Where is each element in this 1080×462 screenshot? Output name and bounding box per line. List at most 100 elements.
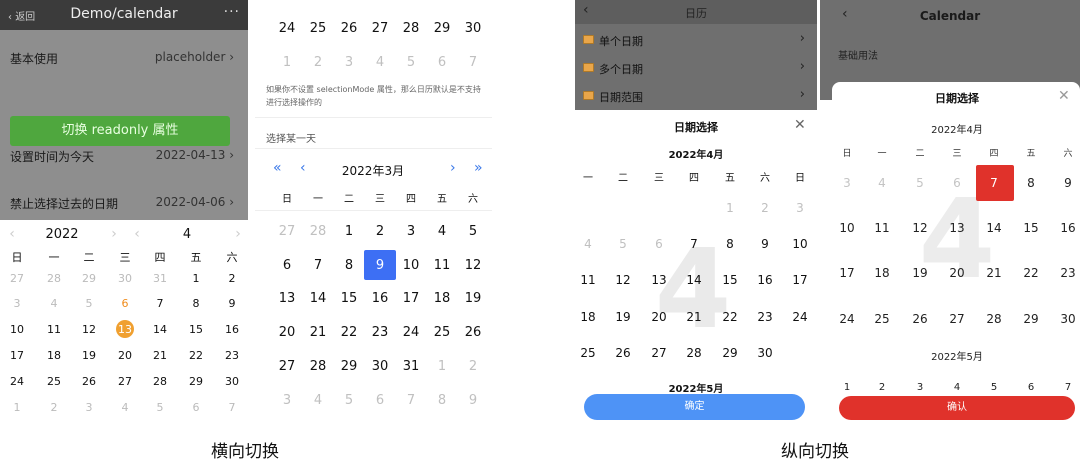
day-cell[interactable]: 2 <box>879 382 885 393</box>
day-cell[interactable]: 19 <box>82 349 96 362</box>
day-cell[interactable]: 12 <box>82 323 96 336</box>
confirm-button[interactable]: 确认 <box>839 396 1075 420</box>
day-cell[interactable]: 27 <box>372 21 389 36</box>
day-cell[interactable]: 15 <box>189 323 203 336</box>
day-cell[interactable]: 5 <box>916 176 924 190</box>
day-cell[interactable]: 31 <box>153 272 167 285</box>
day-cell[interactable]: 6 <box>953 176 961 190</box>
day-cell[interactable]: 2 <box>376 224 384 239</box>
day-cell[interactable]: 12 <box>912 221 927 235</box>
day-cell[interactable]: 9 <box>229 297 236 310</box>
close-icon[interactable]: ✕ <box>1058 88 1070 104</box>
day-cell[interactable]: 27 <box>118 375 132 388</box>
day-cell[interactable]: 6 <box>438 55 446 70</box>
day-cell[interactable]: 1 <box>14 401 21 414</box>
day-cell[interactable]: 7 <box>469 55 477 70</box>
close-icon[interactable]: ✕ <box>794 117 806 133</box>
day-cell[interactable]: 25 <box>310 21 327 36</box>
day-cell[interactable]: 11 <box>874 221 889 235</box>
day-cell[interactable]: 19 <box>912 266 927 280</box>
menu-item-range[interactable]: 日期范围 › <box>575 82 817 110</box>
day-cell[interactable]: 21 <box>986 266 1001 280</box>
day-cell[interactable]: 17 <box>10 349 24 362</box>
day-cell[interactable]: 30 <box>118 272 132 285</box>
day-cell[interactable]: 23 <box>1060 266 1075 280</box>
day-cell[interactable]: 29 <box>341 359 358 374</box>
day-cell[interactable]: 3 <box>843 176 851 190</box>
day-cell[interactable]: 7 <box>157 297 164 310</box>
day-cell[interactable]: 3 <box>283 393 291 408</box>
day-cell[interactable]: 2 <box>469 359 477 374</box>
day-cell[interactable]: 25 <box>434 325 451 340</box>
day-cell[interactable]: 20 <box>118 349 132 362</box>
day-cell[interactable]: 21 <box>153 349 167 362</box>
day-cell[interactable]: 11 <box>47 323 61 336</box>
day-cell[interactable]: 2 <box>761 201 769 215</box>
day-cell[interactable]: 4 <box>438 224 446 239</box>
day-cell[interactable]: 7 <box>1065 382 1071 393</box>
next-month-icon[interactable]: › <box>235 226 241 242</box>
day-cell[interactable]: 7 <box>314 258 322 273</box>
day-cell[interactable]: 14 <box>986 221 1001 235</box>
day-cell[interactable]: 17 <box>403 291 420 306</box>
day-cell[interactable]: 21 <box>686 310 701 324</box>
day-cell[interactable]: 29 <box>189 375 203 388</box>
day-cell[interactable]: 30 <box>465 21 482 36</box>
day-cell[interactable]: 22 <box>341 325 358 340</box>
day-cell[interactable]: 3 <box>86 401 93 414</box>
day-cell[interactable]: 20 <box>279 325 296 340</box>
day-cell[interactable]: 1 <box>283 55 291 70</box>
day-cell[interactable]: 13 <box>651 273 666 287</box>
day-cell[interactable]: 1 <box>193 272 200 285</box>
prev-month-icon[interactable]: ‹ <box>134 226 140 242</box>
day-cell[interactable]: 13 <box>118 323 132 336</box>
day-cell[interactable]: 28 <box>47 272 61 285</box>
row-set-today[interactable]: 设置时间为今天 2022-04-13 › <box>0 138 248 172</box>
day-cell[interactable]: 29 <box>722 346 737 360</box>
day-cell[interactable]: 23 <box>225 349 239 362</box>
day-cell[interactable]: 12 <box>615 273 630 287</box>
day-cell[interactable]: 4 <box>122 401 129 414</box>
day-cell[interactable]: 18 <box>874 266 889 280</box>
day-cell[interactable]: 13 <box>949 221 964 235</box>
day-cell[interactable]: 7 <box>990 176 998 190</box>
day-cell[interactable]: 5 <box>86 297 93 310</box>
day-cell[interactable]: 8 <box>438 393 446 408</box>
day-cell[interactable]: 18 <box>580 310 595 324</box>
day-cell[interactable]: 29 <box>1023 312 1038 326</box>
day-cell[interactable]: 27 <box>279 359 296 374</box>
day-cell[interactable]: 1 <box>345 224 353 239</box>
day-cell[interactable]: 8 <box>193 297 200 310</box>
day-cell[interactable]: 16 <box>1060 221 1075 235</box>
day-cell[interactable]: 6 <box>193 401 200 414</box>
day-cell[interactable]: 4 <box>878 176 886 190</box>
day-cell[interactable]: 30 <box>1060 312 1075 326</box>
more-icon[interactable]: ··· <box>224 4 240 20</box>
day-cell[interactable]: 19 <box>465 291 482 306</box>
day-cell[interactable]: 26 <box>912 312 927 326</box>
day-cell[interactable]: 3 <box>407 224 415 239</box>
day-cell[interactable]: 22 <box>722 310 737 324</box>
day-cell[interactable]: 27 <box>949 312 964 326</box>
day-cell[interactable]: 4 <box>954 382 960 393</box>
day-cell[interactable]: 28 <box>403 21 420 36</box>
day-cell[interactable]: 24 <box>10 375 24 388</box>
day-cell[interactable]: 13 <box>279 291 296 306</box>
day-cell[interactable]: 5 <box>619 237 627 251</box>
prev-year-icon[interactable]: « <box>273 160 282 176</box>
day-cell[interactable]: 26 <box>82 375 96 388</box>
day-cell[interactable]: 1 <box>438 359 446 374</box>
day-cell[interactable]: 27 <box>651 346 666 360</box>
day-cell[interactable]: 15 <box>722 273 737 287</box>
day-cell[interactable]: 30 <box>225 375 239 388</box>
day-cell[interactable]: 19 <box>615 310 630 324</box>
day-cell[interactable]: 7 <box>407 393 415 408</box>
day-cell[interactable]: 6 <box>376 393 384 408</box>
day-cell[interactable]: 7 <box>690 237 698 251</box>
day-cell[interactable]: 9 <box>761 237 769 251</box>
day-cell[interactable]: 5 <box>157 401 164 414</box>
day-cell[interactable]: 3 <box>917 382 923 393</box>
day-cell[interactable]: 3 <box>345 55 353 70</box>
day-cell[interactable]: 14 <box>686 273 701 287</box>
day-cell[interactable]: 20 <box>651 310 666 324</box>
